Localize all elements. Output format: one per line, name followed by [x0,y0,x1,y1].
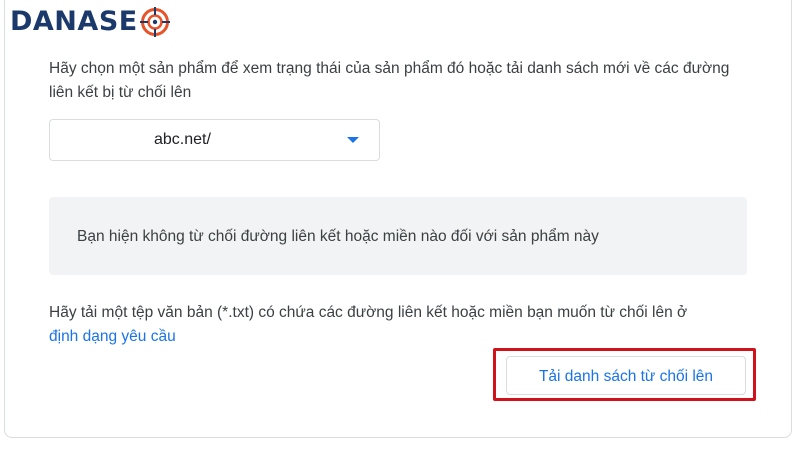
logo-text-dana: DANA [10,6,99,37]
page-description: Hãy chọn một sản phẩm để xem trạng thái … [49,60,730,101]
status-notice-text: Bạn hiện không từ chối đường liên kết ho… [77,228,599,245]
format-requirements-link[interactable]: định dạng yêu cầu [49,328,176,345]
upload-disavow-list-button[interactable]: Tải danh sách từ chối lên [506,356,746,395]
property-select-value: abc.net/ [154,131,211,148]
target-o-icon [139,7,170,37]
property-select[interactable]: abc.net/ [49,119,380,161]
status-notice: Bạn hiện không từ chối đường liên kết ho… [49,197,747,275]
brand-logo: DANA SE [10,4,170,40]
logo-text-se: SE [98,6,138,37]
upload-instruction: Hãy tải một tệp văn bản (*.txt) có chứa … [49,301,699,349]
page: DANA SE Hãy chọn một sản phẩm để xem trạ… [0,0,800,450]
upload-instruction-text: Hãy tải một tệp văn bản (*.txt) có chứa … [49,304,688,321]
caret-down-icon [347,137,359,143]
